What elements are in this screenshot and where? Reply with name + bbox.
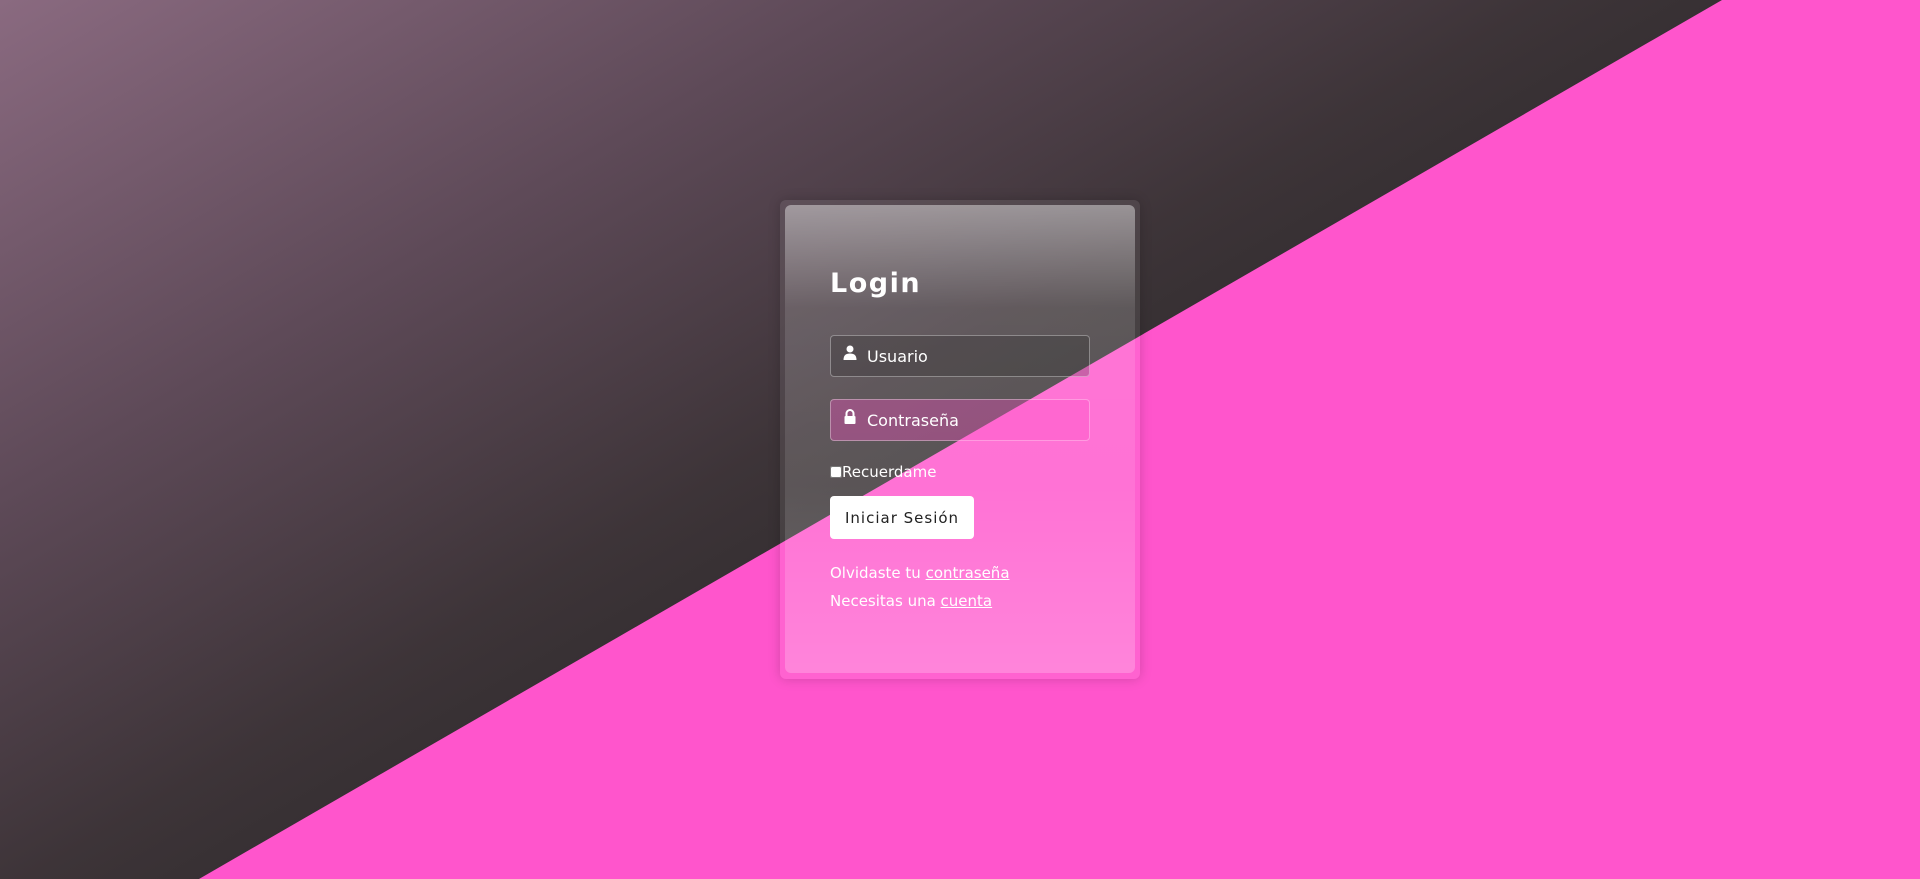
forgot-password-line: Olvidaste tu contraseña (830, 559, 1010, 587)
login-title: Login (830, 268, 922, 299)
password-field[interactable] (830, 399, 1090, 441)
signup-link[interactable]: cuenta (941, 592, 993, 610)
password-input[interactable] (867, 410, 1077, 430)
help-links: Olvidaste tu contraseña Necesitas una cu… (830, 559, 1010, 615)
remember-checkbox[interactable] (830, 466, 842, 478)
signup-text: Necesitas una (830, 592, 941, 610)
signup-line: Necesitas una cuenta (830, 587, 1010, 615)
remember-me[interactable]: Recuerdame (830, 463, 936, 481)
username-input[interactable] (867, 346, 1077, 366)
remember-label: Recuerdame (842, 463, 937, 481)
login-card: Login Recuerdame Iniciar Sesión Olvidast… (785, 205, 1135, 673)
forgot-password-text: Olvidaste tu (830, 564, 926, 582)
lock-icon (843, 409, 857, 425)
forgot-password-link[interactable]: contraseña (926, 564, 1010, 582)
user-icon (843, 345, 857, 361)
login-button[interactable]: Iniciar Sesión (830, 496, 975, 539)
username-field[interactable] (830, 335, 1090, 377)
